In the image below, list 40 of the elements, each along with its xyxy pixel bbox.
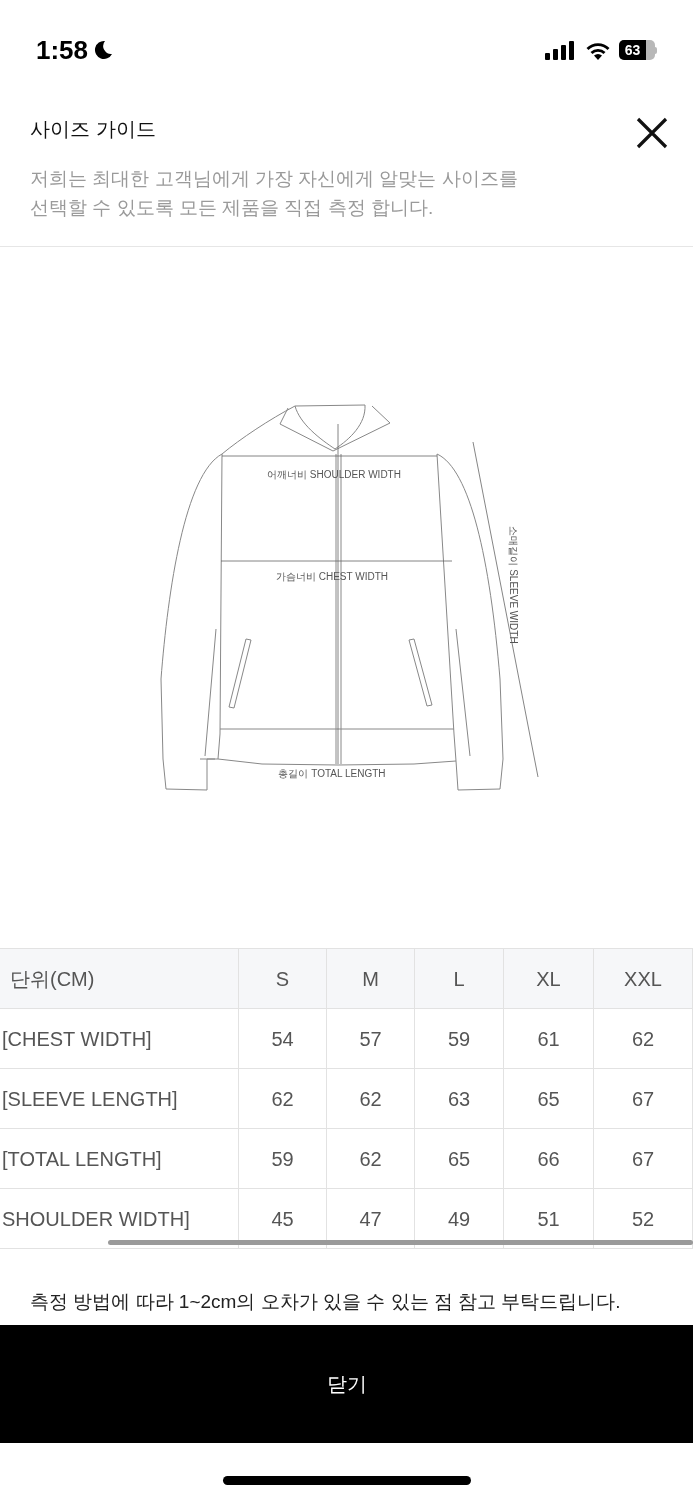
table-cell: [CHEST WIDTH] — [0, 1009, 239, 1068]
column-header: XL — [504, 949, 594, 1008]
description-text: 선택할 수 있도록 모든 제품을 직접 측정 합니다. — [30, 196, 435, 220]
table-cell: [SLEEVE LENGTH] — [0, 1069, 239, 1128]
column-header: M — [327, 949, 415, 1008]
table-cell: 62 — [594, 1009, 693, 1068]
column-header: 단위(CM) — [0, 949, 239, 1008]
signal-icon — [545, 40, 577, 60]
column-header: S — [239, 949, 327, 1008]
measurement-label: 소매길이 SLEEVE WIDTH — [508, 526, 519, 644]
description-text: 저희는 최대한 고객님에게 가장 자신에게 알맞는 사이즈를 — [30, 167, 519, 191]
measurement-label: 어깨너비 SHOULDER WIDTH — [267, 469, 401, 480]
close-icon[interactable] — [635, 116, 669, 150]
measurement-label: 가슴너비 CHEST WIDTH — [276, 571, 388, 582]
wifi-icon — [584, 40, 612, 60]
table-cell: 61 — [504, 1009, 594, 1068]
battery-percent: 63 — [619, 40, 646, 60]
table-cell: 54 — [239, 1009, 327, 1068]
status-time: 1:58 — [36, 33, 89, 67]
dialog-title: 사이즈 가이드 — [30, 117, 156, 142]
table-cell: 62 — [239, 1069, 327, 1128]
note-text: 측정 방법에 따라 1~2cm의 오차가 있을 수 있는 점 참고 부탁드립니다. — [29, 1290, 622, 1314]
table-cell: 59 — [239, 1129, 327, 1188]
measurement-label: 총길이 TOTAL LENGTH — [278, 768, 386, 779]
table-cell: 67 — [594, 1069, 693, 1128]
column-header: XXL — [594, 949, 693, 1008]
scrollbar[interactable] — [108, 1240, 693, 1245]
table-cell: 59 — [415, 1009, 504, 1068]
table-cell: 63 — [415, 1069, 504, 1128]
table-cell: 57 — [327, 1009, 415, 1068]
table-cell: 65 — [504, 1069, 594, 1128]
close-button[interactable]: 닫기 — [0, 1325, 693, 1443]
table-cell: 67 — [594, 1129, 693, 1188]
moon-icon — [92, 39, 115, 61]
column-header: L — [415, 949, 504, 1008]
table-cell: 66 — [504, 1129, 594, 1188]
table-cell: 62 — [327, 1069, 415, 1128]
table-cell: [TOTAL LENGTH] — [0, 1129, 239, 1188]
table-cell: 62 — [327, 1129, 415, 1188]
table-cell: 65 — [415, 1129, 504, 1188]
